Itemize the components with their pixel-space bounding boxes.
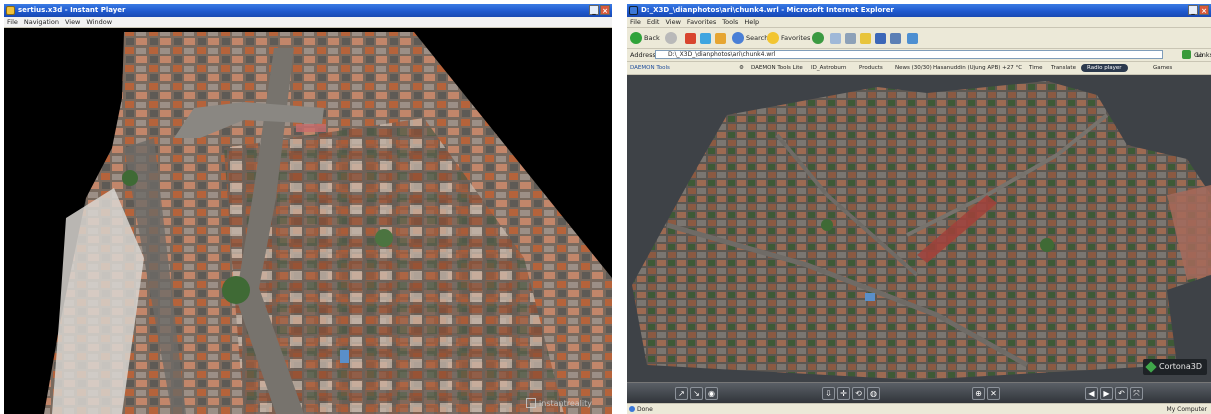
print-icon — [845, 32, 856, 44]
tools-button[interactable] — [907, 31, 918, 45]
menu-favorites[interactable]: Favorites — [687, 17, 716, 27]
favorites-star-icon — [767, 32, 779, 44]
back-button[interactable]: Back — [630, 31, 660, 45]
walk-icon[interactable]: ↘ — [690, 387, 703, 400]
time-link[interactable]: Time — [1029, 62, 1042, 74]
fly-icon[interactable]: ↗ — [675, 387, 688, 400]
instant-player-window: sertius.x3d - Instant Player _ × File Na… — [4, 4, 612, 414]
cortona-logo-text: Cortona3D — [1158, 362, 1202, 371]
menu-navigation[interactable]: Navigation — [24, 17, 59, 27]
fit-icon[interactable]: ⤧ — [1130, 387, 1143, 400]
search-button[interactable]: Search — [732, 31, 768, 45]
go-arrow-icon[interactable] — [1182, 50, 1191, 59]
research-icon — [890, 32, 901, 44]
prev-viewpoint-icon[interactable]: ◀ — [1085, 387, 1098, 400]
cortona-3d-viewport[interactable] — [627, 75, 1211, 382]
daemon-tools-button[interactable]: DAEMON Tools — [630, 62, 670, 74]
search-label: Search — [746, 34, 769, 42]
left-menu-bar: File Navigation View Window — [4, 17, 612, 28]
research-button[interactable] — [890, 31, 901, 45]
address-bar: Address D:\_X3D_\dianphotos\ari\chunk4.w… — [627, 49, 1211, 62]
search-icon — [732, 32, 744, 44]
edit-button[interactable] — [860, 31, 871, 45]
internet-explorer-window: D:_X3D_\dianphotos\ari\chunk4.wrl - Micr… — [627, 4, 1211, 414]
left-3d-viewport[interactable] — [4, 28, 612, 414]
favorites-label: Favorites — [781, 34, 811, 42]
translate-link[interactable]: Translate — [1051, 62, 1076, 74]
minimize-button[interactable]: _ — [589, 5, 599, 15]
menu-help[interactable]: Help — [744, 17, 759, 27]
forward-button[interactable] — [665, 31, 677, 45]
instantreality-logo-icon — [526, 398, 537, 408]
minimize-button[interactable]: _ — [1188, 5, 1198, 15]
edit-icon — [860, 32, 871, 44]
ie-icon — [629, 6, 638, 15]
refresh-button[interactable] — [700, 31, 711, 45]
restore-icon[interactable]: ↶ — [1115, 387, 1128, 400]
stop-button[interactable] — [685, 31, 696, 45]
home-button[interactable] — [715, 31, 726, 45]
back-label: Back — [644, 34, 660, 42]
roll-icon[interactable]: ◍ — [867, 387, 880, 400]
radio-player-button[interactable]: Radio player — [1081, 64, 1128, 72]
ie-status-bar: Done My Computer — [627, 403, 1211, 414]
status-text: Done — [637, 406, 653, 413]
goto-icon[interactable]: ⊕ — [972, 387, 985, 400]
menu-edit[interactable]: Edit — [647, 17, 660, 27]
print-button[interactable] — [845, 31, 856, 45]
turn-icon[interactable]: ⟲ — [852, 387, 865, 400]
right-window-title: D:_X3D_\dianphotos\ari\chunk4.wrl - Micr… — [641, 6, 894, 14]
right-title-bar[interactable]: D:_X3D_\dianphotos\ari\chunk4.wrl - Micr… — [627, 4, 1211, 17]
history-button[interactable] — [812, 31, 824, 45]
menu-window[interactable]: Window — [86, 17, 112, 27]
mail-button[interactable] — [830, 31, 841, 45]
stop-icon — [685, 32, 696, 44]
history-icon — [812, 32, 824, 44]
menu-view[interactable]: View — [65, 17, 80, 27]
weather-link[interactable]: Hasanuddin (Ujung APB) +27 °C — [933, 62, 1022, 74]
products-link[interactable]: Products — [859, 62, 883, 74]
align-icon[interactable]: ✕ — [987, 387, 1000, 400]
left-title-bar[interactable]: sertius.x3d - Instant Player _ × — [4, 4, 612, 17]
close-button[interactable]: × — [600, 5, 610, 15]
pan-icon[interactable]: ✛ — [837, 387, 850, 400]
watermark-text: instantreality — [539, 398, 592, 408]
menu-file[interactable]: File — [630, 17, 641, 27]
next-viewpoint-icon[interactable]: ▶ — [1100, 387, 1113, 400]
cortona-logo-icon — [1145, 361, 1157, 373]
favorites-button[interactable]: Favorites — [767, 31, 810, 45]
close-button[interactable]: × — [1199, 5, 1209, 15]
tools-icon — [907, 32, 918, 44]
home-icon — [715, 32, 726, 44]
settings-icon[interactable]: ⚙ — [739, 62, 744, 74]
back-arrow-icon — [630, 32, 642, 44]
menu-file[interactable]: File — [7, 17, 18, 27]
daemon-tools-lite-link[interactable]: DAEMON Tools Lite — [751, 62, 803, 74]
links-label[interactable]: Links — [1196, 49, 1211, 61]
cortona-navigation-toolbar: ↗ ↘ ◉ ⇩ ✛ ⟲ ◍ ⊕ ✕ ◀ ▶ ↶ ⤧ — [627, 382, 1211, 404]
refresh-icon — [700, 32, 711, 44]
security-zone: My Computer — [1166, 406, 1207, 413]
address-label: Address — [630, 51, 656, 59]
app-icon — [6, 6, 15, 15]
menu-tools[interactable]: Tools — [722, 17, 738, 27]
left-window-title: sertius.x3d - Instant Player — [18, 6, 126, 14]
page-icon — [629, 406, 635, 412]
astroburn-link[interactable]: ID_Astroburn — [811, 62, 847, 74]
messenger-icon — [875, 32, 886, 44]
mail-icon — [830, 32, 841, 44]
cortona3d-logo: Cortona3D — [1142, 359, 1207, 375]
menu-view[interactable]: View — [665, 17, 680, 27]
games-link[interactable]: Games — [1153, 62, 1172, 74]
right-menu-bar: File Edit View Favorites Tools Help — [627, 17, 1211, 28]
links-toolbar: DAEMON Tools ⚙ DAEMON Tools Lite ID_Astr… — [627, 62, 1211, 75]
news-link[interactable]: News (30/30) — [895, 62, 932, 74]
ie-standard-toolbar: Back Search Favorites — [627, 28, 1211, 49]
forward-arrow-icon — [665, 32, 677, 44]
address-input[interactable]: D:\_X3D_\dianphotos\ari\chunk4.wrl — [655, 50, 1163, 59]
plan-icon[interactable]: ⇩ — [822, 387, 835, 400]
study-icon[interactable]: ◉ — [705, 387, 718, 400]
messenger-button[interactable] — [875, 31, 886, 45]
instantreality-watermark: instantreality — [526, 398, 592, 408]
